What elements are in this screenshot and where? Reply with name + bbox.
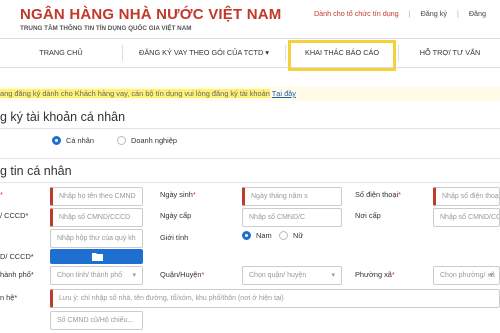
district-label: Quận/Huyện* — [160, 270, 205, 279]
address-input[interactable]: Lưu ý: chỉ nhập số nhà, tên đường, tổ/xó… — [50, 289, 500, 308]
dob-label: Ngày sinh* — [160, 190, 196, 199]
divider — [0, 128, 500, 129]
banner-text: ang đăng ký dành cho Khách hàng vay, cán… — [0, 89, 270, 98]
chevron-down-icon: ▾ — [489, 272, 493, 279]
district-select[interactable]: Chọn quận/ huyện ▾ — [242, 266, 342, 285]
issue-place-label: Nơi cấp — [355, 211, 381, 220]
old-id-input[interactable]: Số CMND cũ/Hộ chiếu... — [50, 311, 143, 330]
main-nav: TRANG CHỦ ĐĂNG KÝ VAY THEO GÓI CỦA TCTD … — [0, 38, 500, 68]
folder-icon — [92, 253, 103, 261]
upload-button[interactable] — [50, 249, 143, 264]
login-link[interactable]: Đăng — [469, 9, 486, 18]
info-section-title: g tin cá nhân — [0, 164, 72, 178]
id-input[interactable]: Nhập số CMND/CCCD — [50, 208, 143, 227]
site-subtitle: TRUNG TÂM THÔNG TIN TÍN DỤNG QUỐC GIA VI… — [20, 25, 192, 32]
top-links: Dành cho tổ chức tín dụng | Đăng ký | Đă… — [314, 9, 494, 18]
page: NGÂN HÀNG NHÀ NƯỚC VIỆT NAM TRUNG TÂM TH… — [0, 0, 500, 333]
id-label: / CCCD* — [0, 211, 29, 220]
account-type-business-label: Doanh nghiệp — [131, 136, 178, 145]
register-link[interactable]: Đăng ký — [421, 9, 447, 18]
banner-link[interactable]: Tại đây — [272, 89, 296, 98]
site-header: NGÂN HÀNG NHÀ NƯỚC VIỆT NAM TRUNG TÂM TH… — [0, 0, 500, 38]
ward-select[interactable]: Chọn phường/ xã ▾ — [433, 266, 500, 285]
phone-label: Số điện thoại* — [355, 190, 402, 199]
divider — [0, 182, 500, 183]
nav-register-loan[interactable]: ĐĂNG KÝ VAY THEO GÓI CỦA TCTD ▾ — [123, 39, 285, 67]
id-image-label: D/ CCCD* — [0, 252, 34, 261]
name-label: * — [0, 190, 3, 199]
gender-female-label: Nữ — [293, 231, 304, 240]
credit-orgs-link[interactable]: Dành cho tổ chức tín dụng — [314, 9, 399, 18]
info-banner: ang đăng ký dành cho Khách hàng vay, cán… — [0, 87, 500, 101]
nav-support[interactable]: HỖ TRỢ/ TƯ VẤN — [400, 39, 500, 67]
issue-date-input[interactable]: Nhập số CMND/C — [242, 208, 342, 227]
link-divider: | — [456, 9, 459, 18]
name-input[interactable]: Nhập họ tên theo CMND — [50, 187, 143, 206]
phone-input[interactable]: Nhập số điện thoại — [433, 187, 500, 206]
nav-home[interactable]: TRANG CHỦ — [0, 39, 122, 67]
account-type-personal-radio[interactable] — [52, 136, 61, 145]
province-select[interactable]: Chọn tỉnh/ thành phố ▾ — [50, 266, 143, 285]
nav-reports-highlight — [288, 40, 396, 71]
account-section-title: g ký tài khoản cá nhân — [0, 110, 126, 124]
chevron-down-icon: ▾ — [132, 272, 136, 279]
chevron-down-icon: ▾ — [331, 272, 335, 279]
dob-input[interactable]: Ngày tháng năm s — [242, 187, 342, 206]
issue-place-input[interactable]: Nhập số CMND/CC — [433, 208, 500, 227]
divider — [0, 158, 500, 159]
account-type-business-radio[interactable] — [117, 136, 126, 145]
gender-label: Giới tính — [160, 233, 189, 242]
gender-female-radio[interactable] — [279, 231, 288, 240]
link-divider: | — [408, 9, 411, 18]
nav-divider — [285, 45, 286, 61]
province-label: hành phố* — [0, 270, 34, 279]
address-label: n hệ* — [0, 293, 18, 302]
ward-label: Phường xã* — [355, 270, 395, 279]
site-title[interactable]: NGÂN HÀNG NHÀ NƯỚC VIỆT NAM — [20, 6, 281, 23]
gender-male-radio[interactable] — [242, 231, 251, 240]
nav-divider — [398, 45, 399, 61]
email-input[interactable]: Nhập hộp thư của quý kh — [50, 229, 143, 248]
account-type-personal-label: Cá nhân — [66, 136, 94, 145]
issue-date-label: Ngày cấp — [160, 211, 192, 220]
gender-male-label: Nam — [256, 231, 272, 240]
